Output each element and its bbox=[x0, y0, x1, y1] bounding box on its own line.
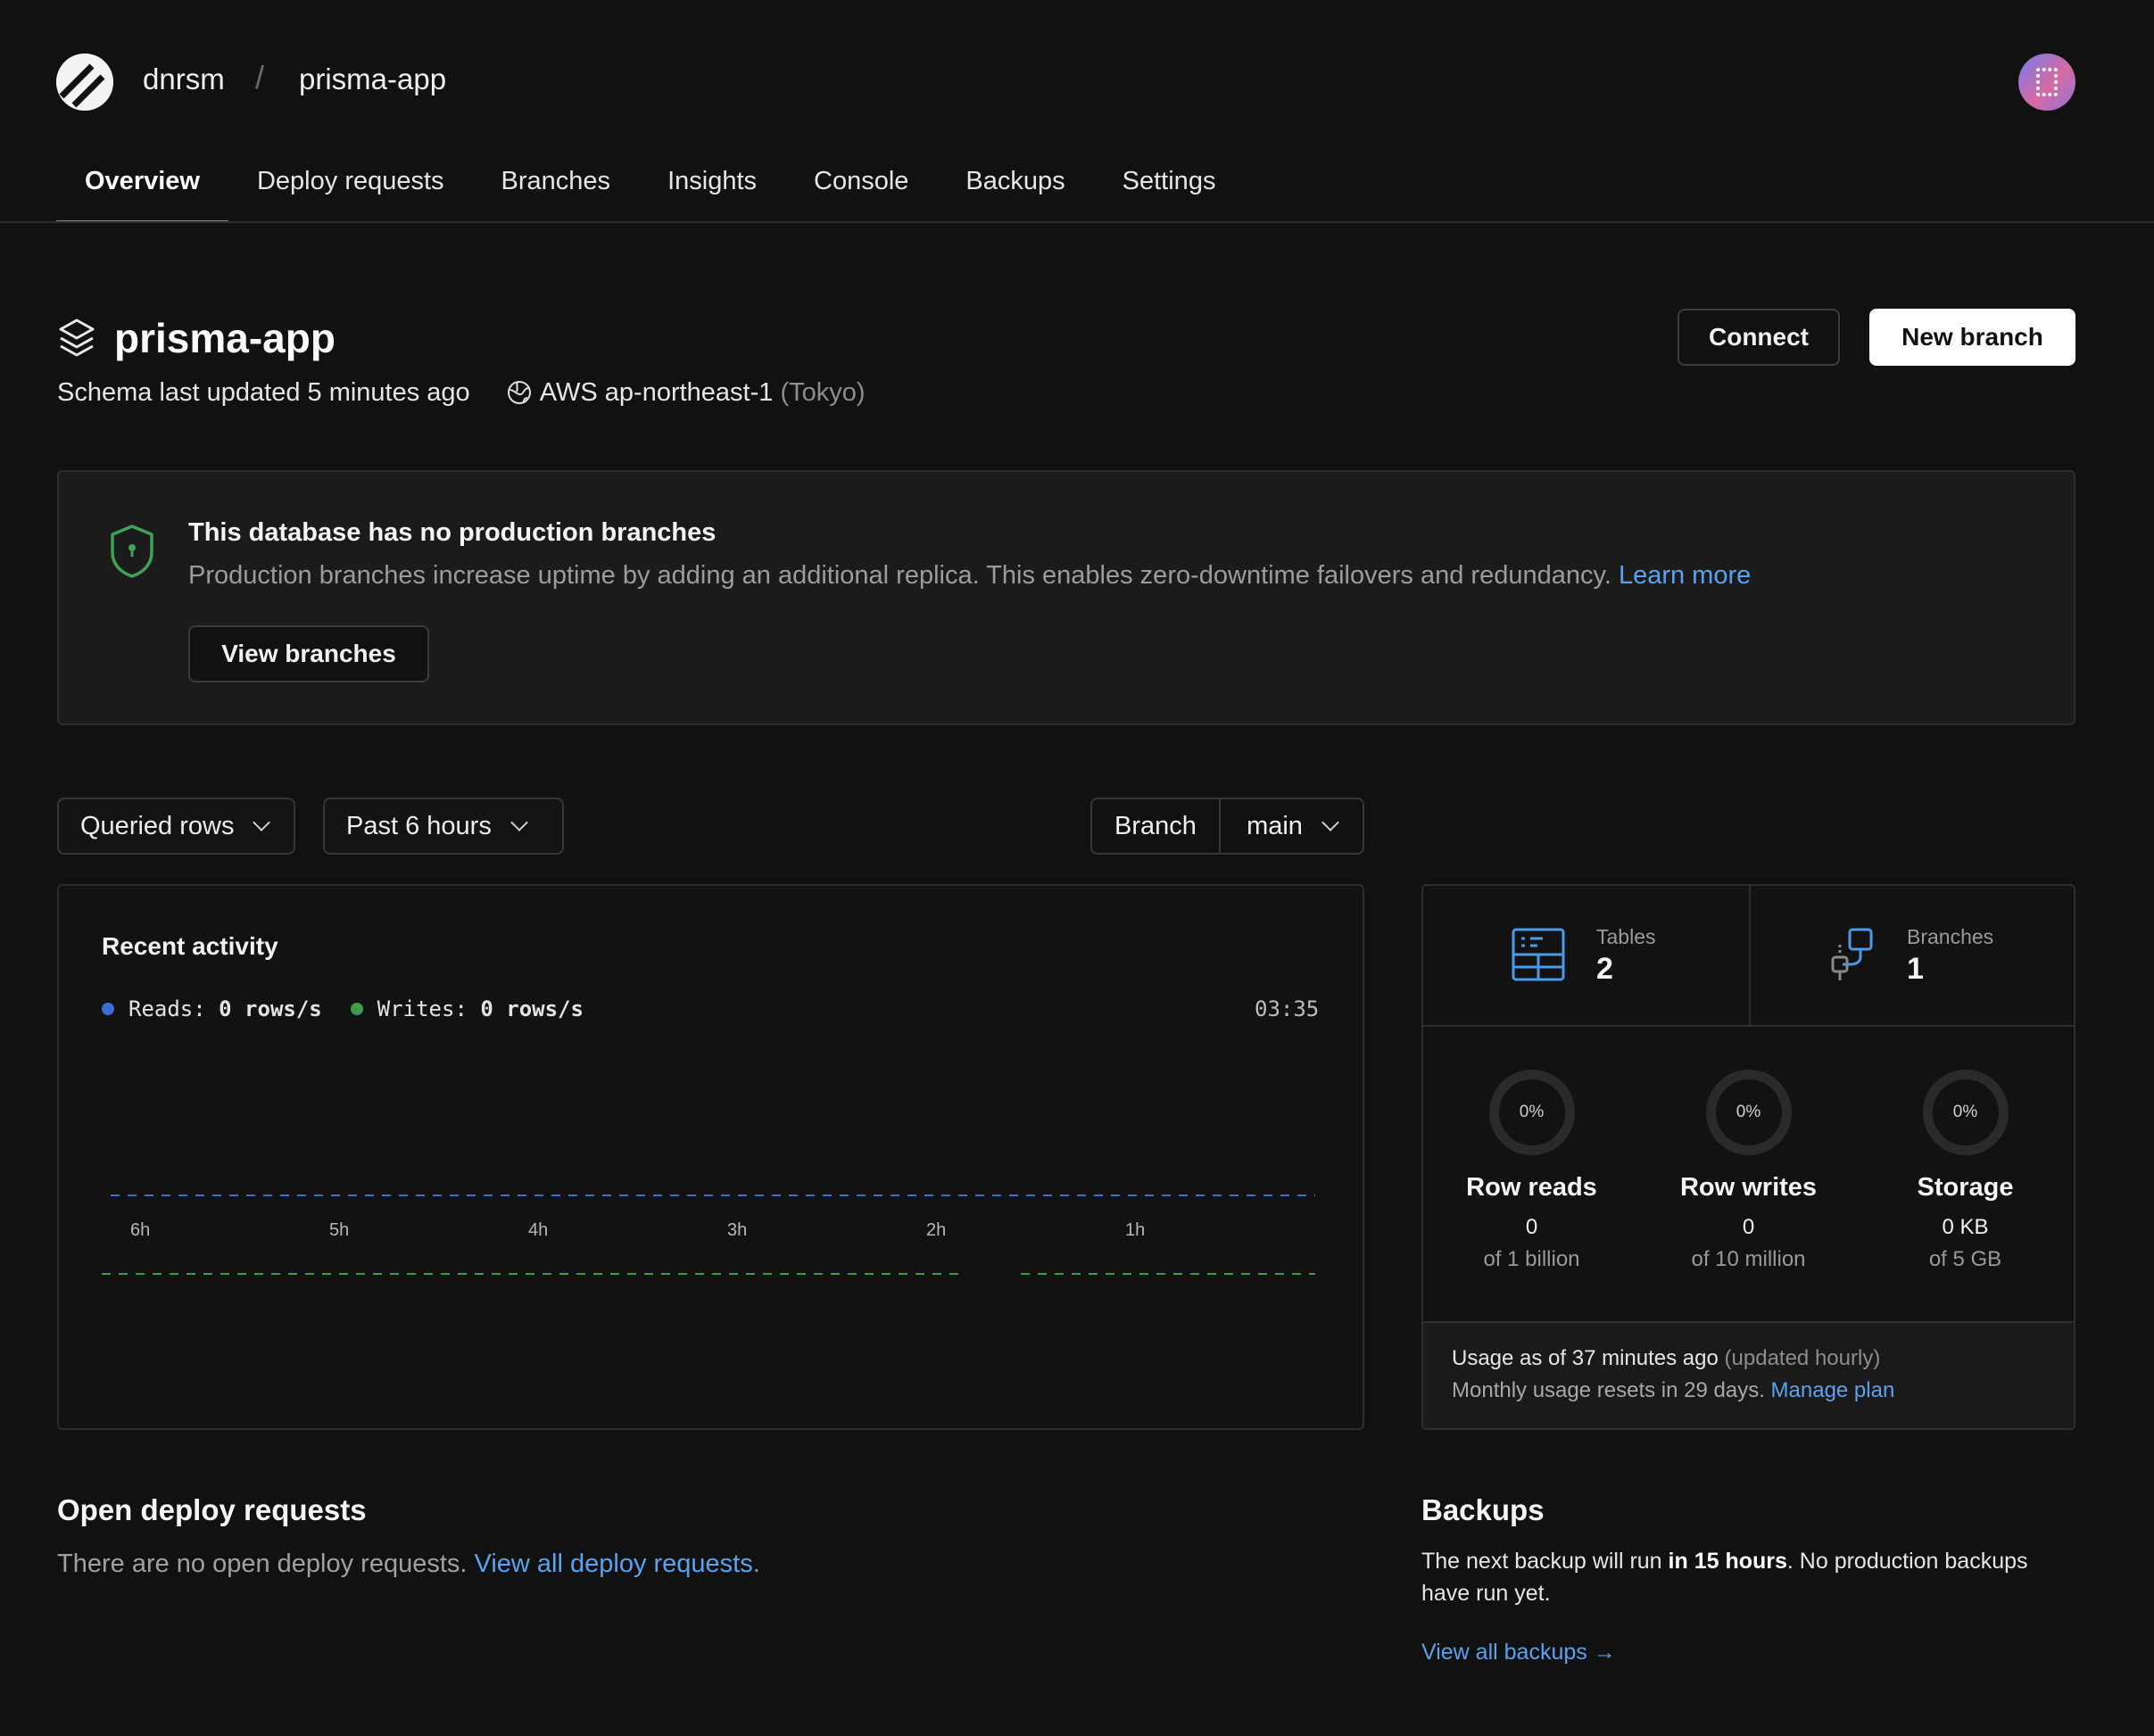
usage-storage: 0% Storage 0 KB of 5 GB bbox=[1857, 1070, 2074, 1272]
region: AWS ap-northeast-1 bbox=[539, 378, 774, 407]
usage-value: 0 bbox=[1525, 1215, 1538, 1239]
branches-count: 1 bbox=[1907, 952, 1924, 986]
usage-updated-text: (updated hourly) bbox=[1724, 1346, 1881, 1370]
main-nav: Overview Deploy requests Branches Insigh… bbox=[56, 161, 1244, 223]
branch-dropdown[interactable]: main bbox=[1221, 799, 1363, 853]
database-layers-icon bbox=[57, 317, 96, 360]
banner-description: Production branches increase uptime by a… bbox=[188, 561, 1611, 590]
new-branch-button[interactable]: New branch bbox=[1869, 309, 2075, 366]
row-reads-progress-ring: 0% bbox=[1488, 1070, 1575, 1155]
backups-text-pre: The next backup will run bbox=[1421, 1549, 1669, 1574]
usage-row-writes: 0% Row writes 0 of 10 million bbox=[1640, 1070, 1857, 1272]
tab-insights[interactable]: Insights bbox=[639, 161, 785, 223]
breadcrumb-project[interactable]: prisma-app bbox=[299, 62, 446, 96]
view-branches-button[interactable]: View branches bbox=[188, 625, 429, 682]
usage-label: Row reads bbox=[1466, 1173, 1597, 1202]
connect-button[interactable]: Connect bbox=[1678, 309, 1840, 366]
x-tick-label: 2h bbox=[926, 1220, 946, 1240]
backups-title: Backups bbox=[1421, 1493, 1545, 1526]
tab-overview[interactable]: Overview bbox=[56, 161, 228, 223]
view-all-backups-link[interactable]: View all backups → bbox=[1421, 1640, 1616, 1666]
view-all-deploy-requests-link[interactable]: View all deploy requests. bbox=[475, 1550, 760, 1578]
usage-as-of-text: Usage as of 37 minutes ago bbox=[1452, 1346, 1719, 1370]
activity-chart: 6h 5h 4h 3h 2h 1h bbox=[102, 1195, 1315, 1275]
usage-value: 0 KB bbox=[1942, 1215, 1989, 1239]
backups-description: The next backup will run in 15 hours. No… bbox=[1421, 1545, 2064, 1609]
page-title: prisma-app bbox=[114, 315, 336, 361]
learn-more-link[interactable]: Learn more bbox=[1619, 561, 1751, 590]
x-tick-label: 4h bbox=[528, 1220, 548, 1240]
usage-reset: Monthly usage resets in 29 days. Manage … bbox=[1452, 1378, 1894, 1403]
shield-icon bbox=[109, 524, 155, 579]
recent-activity-panel: Recent activity Reads: 0 rows/s Writes: … bbox=[57, 884, 1364, 1430]
chevron-down-icon bbox=[1321, 814, 1339, 831]
usage-label: Storage bbox=[1917, 1173, 2014, 1202]
table-icon bbox=[1511, 927, 1566, 988]
branch-value: main bbox=[1247, 811, 1303, 840]
usage-reset-text: Monthly usage resets in 29 days. bbox=[1452, 1378, 1765, 1402]
branches-label: Branches bbox=[1907, 925, 1994, 948]
user-avatar[interactable] bbox=[2018, 54, 2075, 111]
x-tick-label: 3h bbox=[727, 1220, 747, 1240]
usage-limit: of 1 billion bbox=[1483, 1247, 1580, 1271]
branch-icon bbox=[1830, 927, 1876, 988]
x-axis-ticks: 6h 5h 4h 3h 2h 1h bbox=[130, 1220, 1145, 1240]
usage-value: 0 bbox=[1742, 1215, 1755, 1239]
tab-branches[interactable]: Branches bbox=[473, 161, 640, 223]
breadcrumb-separator: / bbox=[255, 59, 265, 95]
tab-deploy-requests[interactable]: Deploy requests bbox=[228, 161, 473, 223]
row-writes-progress-ring: 0% bbox=[1705, 1070, 1792, 1155]
stats-divider bbox=[1749, 886, 1751, 1027]
planetscale-logo[interactable] bbox=[56, 54, 113, 111]
nav-divider bbox=[0, 221, 2154, 223]
branch-selector-label: Branch bbox=[1092, 799, 1221, 853]
deploy-requests-title: Open deploy requests bbox=[57, 1493, 367, 1526]
banner-title: This database has no production branches bbox=[188, 518, 717, 547]
backups-next-run: in 15 hours bbox=[1668, 1549, 1787, 1574]
tables-label: Tables bbox=[1596, 925, 1656, 948]
region-city: (Tokyo) bbox=[780, 378, 866, 407]
metric-dropdown[interactable]: Queried rows bbox=[57, 798, 295, 855]
storage-progress-ring: 0% bbox=[1922, 1070, 2009, 1155]
chevron-down-icon bbox=[510, 814, 528, 831]
globe-icon bbox=[506, 379, 533, 406]
schema-updated: Schema last updated 5 minutes ago bbox=[57, 378, 470, 407]
breadcrumb-org[interactable]: dnrsm bbox=[143, 62, 225, 96]
banner-text: Production branches increase uptime by a… bbox=[188, 561, 1751, 591]
x-tick-label: 5h bbox=[329, 1220, 349, 1240]
chevron-down-icon bbox=[253, 814, 271, 831]
usage-limit: of 5 GB bbox=[1928, 1247, 2002, 1271]
deploy-requests-empty: There are no open deploy requests. View … bbox=[57, 1550, 760, 1579]
x-tick-label: 6h bbox=[130, 1220, 150, 1240]
manage-plan-link[interactable]: Manage plan bbox=[1771, 1378, 1895, 1402]
metric-dropdown-label: Queried rows bbox=[80, 811, 235, 840]
usage-limit: of 10 million bbox=[1691, 1247, 1806, 1271]
database-meta: Schema last updated 5 minutes ago AWS ap… bbox=[57, 378, 866, 408]
tab-console[interactable]: Console bbox=[785, 161, 937, 223]
tables-count: 2 bbox=[1596, 952, 1613, 986]
production-branch-banner: This database has no production branches… bbox=[57, 470, 2075, 725]
usage-row-reads: 0% Row reads 0 of 1 billion bbox=[1423, 1070, 1640, 1272]
usage-stats-panel: Tables 2 Branches 1 0% Row reads 0 of 1 … bbox=[1421, 884, 2075, 1430]
time-range-dropdown[interactable]: Past 6 hours bbox=[323, 798, 564, 855]
usage-as-of: Usage as of 37 minutes ago (updated hour… bbox=[1452, 1346, 1880, 1371]
tab-backups[interactable]: Backups bbox=[937, 161, 1093, 223]
branch-selector: Branch main bbox=[1090, 798, 1364, 855]
usage-label: Row writes bbox=[1679, 1173, 1818, 1202]
usage-footer: Usage as of 37 minutes ago (updated hour… bbox=[1423, 1321, 2074, 1428]
deploy-requests-text: There are no open deploy requests. bbox=[57, 1550, 468, 1578]
x-tick-label: 1h bbox=[1125, 1220, 1145, 1240]
time-range-label: Past 6 hours bbox=[346, 811, 492, 840]
tab-settings[interactable]: Settings bbox=[1094, 161, 1245, 223]
